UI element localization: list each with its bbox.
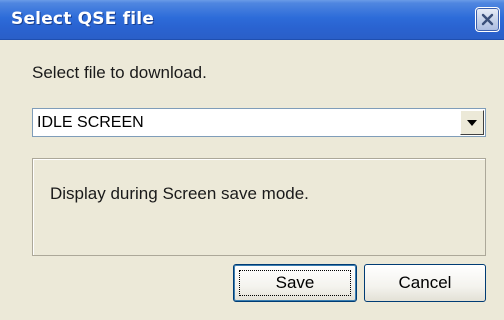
file-select-value: IDLE SCREEN	[37, 114, 144, 131]
save-button-label: Save	[275, 273, 315, 292]
close-button[interactable]	[475, 7, 500, 32]
description-text: Display during Screen save mode.	[50, 184, 309, 203]
cancel-button-label: Cancel	[398, 273, 452, 292]
save-button[interactable]: Save	[233, 264, 357, 302]
chevron-down-icon[interactable]	[460, 110, 484, 135]
cancel-button[interactable]: Cancel	[364, 264, 486, 302]
file-select-dropdown[interactable]: IDLE SCREEN	[32, 108, 486, 137]
dialog-title: Select QSE file	[11, 9, 155, 29]
prompt-label: Select file to download.	[32, 63, 207, 82]
description-group: Display during Screen save mode.	[32, 158, 486, 256]
title-bar[interactable]: Select QSE file	[0, 0, 504, 40]
select-qse-dialog: Select QSE file Select file to download.…	[0, 0, 504, 320]
